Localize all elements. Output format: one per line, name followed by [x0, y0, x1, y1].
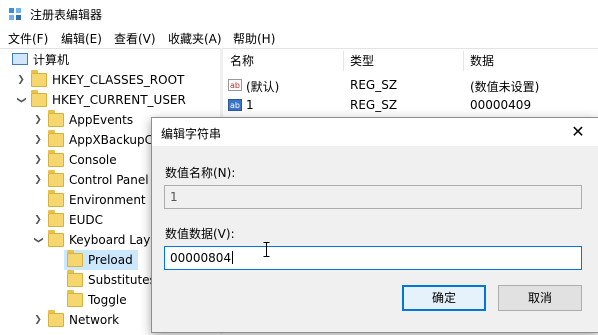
ibeam-cursor-icon — [263, 242, 270, 257]
chevron-right-icon[interactable]: ❯ — [33, 310, 43, 330]
value-data: 00000409 — [470, 98, 532, 112]
folder-icon — [67, 290, 83, 307]
column-divider[interactable] — [463, 51, 464, 71]
regedit-icon — [9, 8, 21, 20]
tree-item-label: Network — [69, 313, 120, 327]
value-data: (数值未设置) — [470, 80, 540, 94]
menu-view[interactable]: 查看(V) — [114, 30, 156, 47]
value-data-label: 数值数据(V): — [165, 227, 235, 241]
folder-icon — [31, 90, 47, 107]
folder-icon — [48, 310, 64, 327]
chevron-right-icon[interactable]: ❯ — [33, 210, 43, 230]
value-name-label: 数值名称(N): — [165, 166, 236, 180]
folder-icon — [67, 250, 83, 267]
dialog-title: 编辑字符串 — [161, 127, 222, 141]
value-type: REG_SZ — [350, 78, 398, 92]
chevron-down-icon[interactable]: ❯ — [28, 235, 48, 245]
tree-item-label: Substitutes — [88, 273, 156, 287]
tree-item-label: Environment — [69, 193, 146, 207]
column-header-data[interactable]: 数据 — [470, 52, 494, 72]
string-value-icon: ab — [228, 79, 242, 91]
chevron-right-icon[interactable]: ❯ — [16, 70, 26, 90]
folder-icon — [48, 130, 64, 147]
folder-icon — [48, 230, 64, 247]
column-divider[interactable] — [343, 51, 344, 71]
tree-item-label: AppXBackupC — [69, 133, 154, 147]
folder-icon — [31, 70, 47, 87]
tree-item-label: Preload — [88, 253, 133, 267]
menu-help[interactable]: 帮助(H) — [233, 30, 275, 47]
chevron-down-icon[interactable]: ❯ — [11, 95, 31, 105]
value-name-field: 1 — [164, 185, 582, 209]
chevron-right-icon[interactable]: ❯ — [33, 130, 43, 150]
column-header-type[interactable]: 类型 — [350, 52, 374, 72]
tree-item-label: HKEY_CLASSES_ROOT — [52, 73, 185, 87]
menu-favorites[interactable]: 收藏夹(A) — [168, 30, 222, 47]
value-name: 1 — [246, 98, 254, 112]
tree-item-label: Control Panel — [69, 173, 149, 187]
column-header-name[interactable]: 名称 — [230, 52, 254, 72]
tree-item-label: AppEvents — [69, 113, 134, 127]
edit-string-dialog: 编辑字符串 ✕ 数值名称(N): 1 数值数据(V): 00000804 确定 … — [151, 117, 598, 333]
value-data-input[interactable]: 00000804 — [164, 246, 582, 270]
tree-item-hkcr[interactable]: ❯ HKEY_CLASSES_ROOT — [0, 70, 220, 90]
tree-item-label: Toggle — [88, 293, 127, 307]
value-data-text: 00000804 — [170, 251, 232, 265]
chevron-right-icon[interactable]: ❯ — [33, 170, 43, 190]
value-type: REG_SZ — [350, 98, 398, 112]
tree-item-label: Console — [69, 153, 117, 167]
tree-item-label: EUDC — [69, 213, 103, 227]
dialog-title-bar[interactable]: 编辑字符串 ✕ — [152, 118, 598, 146]
folder-icon — [48, 190, 64, 207]
folder-icon — [67, 270, 83, 287]
tree-item-label: 计算机 — [33, 53, 70, 67]
text-caret — [232, 251, 234, 264]
folder-icon — [48, 210, 64, 227]
computer-icon — [12, 53, 28, 65]
chevron-right-icon[interactable]: ❯ — [33, 110, 43, 130]
chevron-right-icon[interactable]: ❯ — [33, 150, 43, 170]
folder-icon — [48, 110, 64, 127]
folder-icon — [48, 170, 64, 187]
menu-bar: 文件(F) 编辑(E) 查看(V) 收藏夹(A) 帮助(H) — [0, 28, 598, 48]
ok-button[interactable]: 确定 — [402, 285, 486, 311]
cancel-button[interactable]: 取消 — [498, 285, 582, 311]
folder-icon — [48, 150, 64, 167]
close-icon[interactable]: ✕ — [568, 122, 588, 141]
string-value-icon: ab — [228, 99, 242, 111]
tree-item-computer[interactable]: 计算机 — [0, 50, 220, 70]
title-bar: 注册表编辑器 — [0, 0, 598, 28]
menu-file[interactable]: 文件(F) — [8, 30, 48, 47]
tree-item-label: Keyboard Lay — [69, 233, 151, 247]
menu-edit[interactable]: 编辑(E) — [61, 30, 102, 47]
value-name: (默认) — [246, 80, 280, 94]
tree-item-hkcu[interactable]: ❯ HKEY_CURRENT_USER — [0, 90, 220, 110]
window-title: 注册表编辑器 — [30, 8, 103, 22]
tree-item-label: HKEY_CURRENT_USER — [52, 93, 186, 107]
